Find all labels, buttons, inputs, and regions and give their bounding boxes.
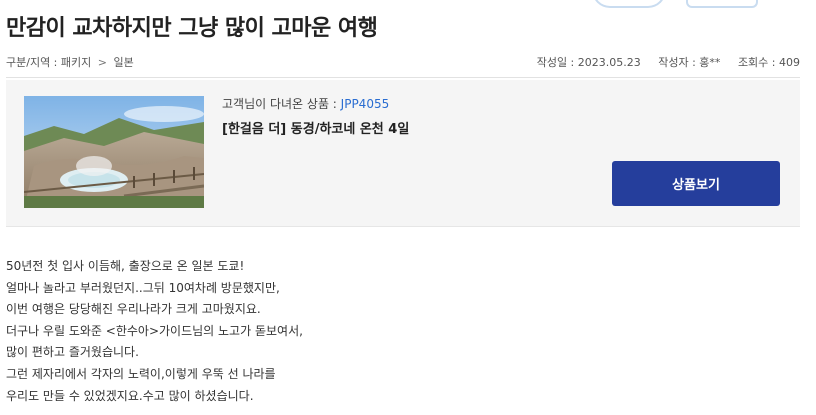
title-divider	[6, 77, 800, 78]
content-line: 50년전 첫 입사 이듬해, 출장으로 온 일본 도쿄!	[6, 259, 245, 273]
post-title: 만감이 교차하지만 그냥 많이 고마운 여행	[6, 16, 378, 41]
view-product-button[interactable]: 상품보기	[612, 161, 780, 206]
post-content: 50년전 첫 입사 이듬해, 출장으로 온 일본 도쿄! 얼마나 놀라고 부러웠…	[6, 256, 766, 407]
breadcrumb-region: 일본	[113, 56, 134, 69]
content-line: 우리도 만들 수 있었겠지요.수고 많이 하셨습니다.	[6, 388, 254, 403]
content-line: 얼마나 놀라고 부러웠던지..그뒤 10여차례 방문했지만,	[6, 280, 280, 295]
decorative-box-shape	[686, 0, 758, 8]
breadcrumb: 구분/지역 : 패키지 > 일본	[6, 54, 134, 70]
breadcrumb-separator-icon: >	[97, 56, 107, 69]
content-line: 더구나 우릴 도와준 <한수아>가이드님의 노고가 돋보여서,	[6, 323, 303, 338]
post-views: 조회수 : 409	[737, 56, 800, 69]
post-date: 작성일 : 2023.05.23	[536, 56, 641, 69]
product-label-text: 고객님이 다녀온 상품 :	[222, 97, 341, 111]
content-line: 이번 여행은 당당해진 우리나라가 크게 고마웠지요.	[6, 302, 261, 317]
post-author: 작성자 : 홍**	[658, 56, 721, 69]
product-name: [한걸음 더] 동경/하코네 온천 4일	[222, 122, 410, 137]
decorative-cloud-shape	[592, 0, 666, 8]
product-panel: 고객님이 다녀온 상품 : JPP4055 [한걸음 더] 동경/하코네 온천 …	[6, 80, 800, 227]
post-meta-row: 구분/지역 : 패키지 > 일본 작성일 : 2023.05.23 작성자 : …	[6, 54, 800, 70]
content-line: 많이 편하고 즐거웠습니다.	[6, 345, 139, 360]
product-label: 고객님이 다녀온 상품 : JPP4055	[222, 95, 389, 112]
breadcrumb-category: 구분/지역 : 패키지	[6, 56, 92, 69]
product-code[interactable]: JPP4055	[341, 97, 390, 111]
post-meta-info: 작성일 : 2023.05.23 작성자 : 홍** 조회수 : 409	[523, 54, 800, 70]
content-line: 그런 제자리에서 각자의 노력이,이렇게 우뚝 선 나라를	[6, 366, 276, 381]
hot-spring-landscape-photo[interactable]	[24, 96, 204, 208]
